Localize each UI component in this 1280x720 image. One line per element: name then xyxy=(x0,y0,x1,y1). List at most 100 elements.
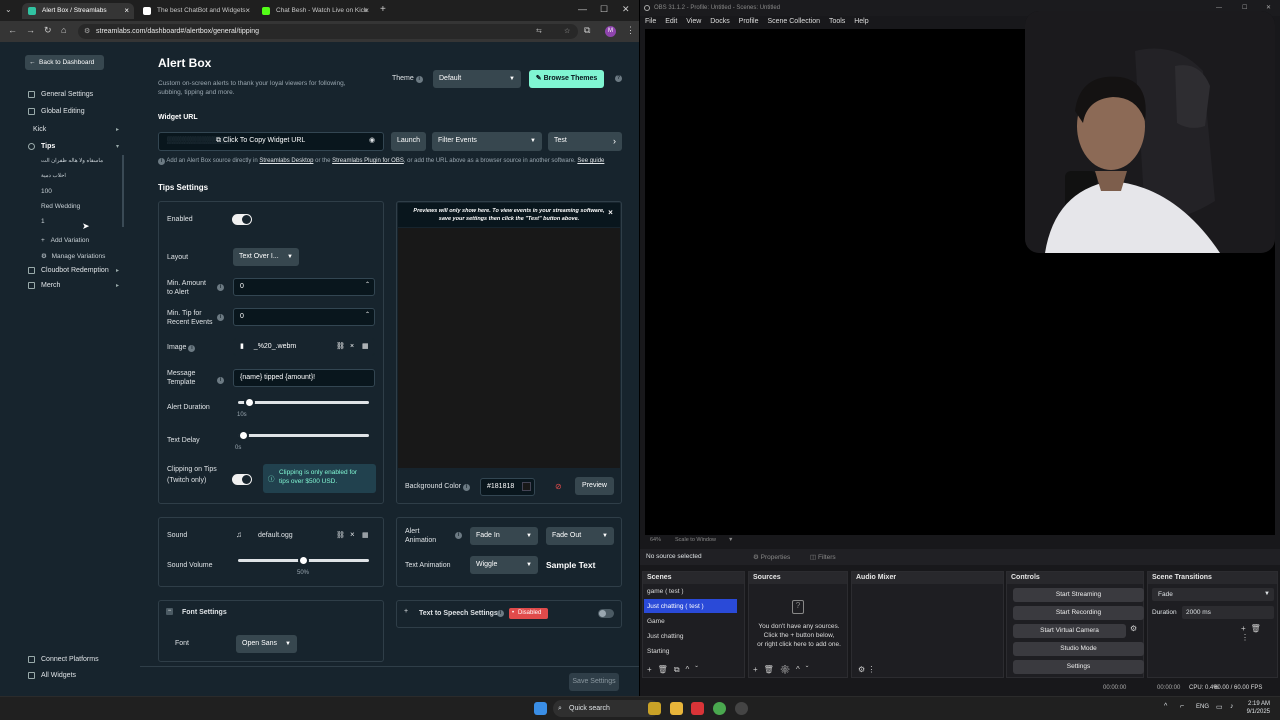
new-tab-button[interactable]: + xyxy=(380,4,386,15)
close-tab-icon[interactable]: × xyxy=(124,3,129,19)
info-icon[interactable]: i xyxy=(462,484,470,491)
studio-mode-button[interactable]: Studio Mode xyxy=(1013,642,1144,656)
close-tab-icon[interactable]: × xyxy=(364,3,369,19)
volume-icon[interactable]: ♪ xyxy=(1230,703,1234,710)
menu-tools[interactable]: Tools xyxy=(829,18,845,25)
properties-button[interactable]: ⚙ Properties xyxy=(753,553,790,561)
color-swatch[interactable] xyxy=(522,482,531,491)
variation-item[interactable]: Red Wedding xyxy=(41,203,80,210)
minimize-icon[interactable]: — xyxy=(578,4,587,14)
variation-item[interactable]: ماسقاه ولا هاله ظفران الت xyxy=(41,158,103,164)
info-icon[interactable]: i xyxy=(188,345,196,352)
enabled-toggle[interactable] xyxy=(232,214,252,225)
slider-handle[interactable] xyxy=(238,430,249,441)
preview-button[interactable]: Preview xyxy=(575,477,614,495)
theme-select[interactable]: Default ▼ xyxy=(433,70,521,88)
tab-search-icon[interactable]: ⌄ xyxy=(5,5,15,15)
maximize-icon[interactable]: ☐ xyxy=(600,4,608,15)
menu-edit[interactable]: Edit xyxy=(665,18,677,25)
stepper-icon[interactable]: ⌃ xyxy=(365,309,370,323)
start-virtual-camera-button[interactable]: Start Virtual Camera xyxy=(1013,624,1126,638)
info-icon[interactable]: i xyxy=(497,610,504,617)
info-icon[interactable]: i xyxy=(217,314,224,321)
remove-icon[interactable]: × xyxy=(350,530,355,539)
widget-url-field[interactable]: ▒▒▒▒▒▒▒▒▒▒▒▒▒ ⧉ Click To Copy Widget URL… xyxy=(158,132,384,151)
slider-handle[interactable] xyxy=(244,397,255,408)
animation-in-select[interactable]: Fade In ▼ xyxy=(470,527,538,545)
reload-icon[interactable]: ↻ xyxy=(44,25,52,36)
info-icon[interactable]: i xyxy=(455,532,462,539)
bookmark-star-icon[interactable]: ☆ xyxy=(564,24,570,39)
menu-dots-icon[interactable]: ⋮ xyxy=(626,25,635,36)
transition-select[interactable]: Fade ▼ xyxy=(1152,588,1274,601)
nav-kick[interactable]: Kick xyxy=(33,126,46,133)
menu-view[interactable]: View xyxy=(686,18,701,25)
streamlabs-desktop-link[interactable]: Streamlabs Desktop xyxy=(259,158,313,164)
monitor-icon[interactable]: ▭ xyxy=(1216,703,1223,711)
remove-icon[interactable]: × xyxy=(350,339,354,355)
variation-item[interactable]: احلاب دمية xyxy=(41,173,66,179)
close-tab-icon[interactable]: × xyxy=(245,3,250,19)
extensions-icon[interactable]: ⧉ xyxy=(584,25,590,36)
collapse-icon[interactable]: − xyxy=(166,608,173,615)
link-icon[interactable]: ⛓ xyxy=(336,339,345,355)
expand-icon[interactable]: + xyxy=(404,608,408,615)
close-window-icon[interactable]: ✕ xyxy=(622,4,630,15)
forward-icon[interactable]: → xyxy=(26,25,35,35)
profile-avatar[interactable]: M xyxy=(605,26,616,37)
app-icon[interactable] xyxy=(691,702,704,715)
settings-button[interactable]: Settings xyxy=(1013,660,1144,674)
manage-variations-button[interactable]: ⚙ Manage Variations xyxy=(41,252,105,260)
min-tip-input[interactable]: 0 ⌃ xyxy=(233,308,375,326)
image-field[interactable]: ▮ _%20_.webm ⛓ × ▦ xyxy=(233,338,375,356)
alert-duration-slider[interactable] xyxy=(238,397,369,408)
font-select[interactable]: Open Sans ▼ xyxy=(236,635,297,653)
variation-item[interactable]: 100 xyxy=(41,188,52,195)
info-icon[interactable]: i xyxy=(415,76,423,83)
scene-item[interactable]: Starting xyxy=(647,648,669,655)
variation-item[interactable]: 1 xyxy=(41,218,45,225)
language-indicator[interactable]: ENG xyxy=(1196,704,1209,710)
reset-color-icon[interactable]: ⊘ xyxy=(555,482,562,491)
network-icon[interactable]: ⌐ xyxy=(1180,703,1184,710)
zoom-level[interactable]: 64% Scale to Window ▼ xyxy=(650,537,733,543)
chrome-icon[interactable] xyxy=(713,702,726,715)
info-icon[interactable]: i xyxy=(217,377,224,384)
menu-scene-collection[interactable]: Scene Collection xyxy=(767,18,820,25)
variations-scrollbar[interactable] xyxy=(122,155,124,227)
text-animation-select[interactable]: Wiggle ▼ xyxy=(470,556,538,574)
min-amount-input[interactable]: 0 ⌃ xyxy=(233,278,375,296)
menu-help[interactable]: Help xyxy=(854,18,868,25)
menu-profile[interactable]: Profile xyxy=(739,18,759,25)
home-icon[interactable]: ⌂ xyxy=(61,25,66,35)
slider-handle[interactable] xyxy=(298,555,309,566)
translate-icon[interactable]: ⇆ xyxy=(536,24,542,39)
animation-out-select[interactable]: Fade Out ▼ xyxy=(546,527,614,545)
taskbar-search[interactable]: ⌕ Quick search xyxy=(553,700,659,717)
eye-icon[interactable]: ◉ xyxy=(369,133,375,149)
scenes-toolbar[interactable]: +🗑⧉^ˇ xyxy=(647,665,704,675)
scene-item[interactable]: game ( test ) xyxy=(647,588,683,595)
message-template-input[interactable]: {name} tipped {amount}! xyxy=(233,369,375,387)
tab-kick[interactable]: Chat Besh - Watch Live on Kick × xyxy=(256,3,374,19)
site-info-icon[interactable]: ⚙ xyxy=(84,24,90,39)
scene-item[interactable]: Game xyxy=(647,618,665,625)
menu-file[interactable]: File xyxy=(645,18,656,25)
windows-start-icon[interactable] xyxy=(534,702,547,715)
sound-file-name[interactable]: default.ogg xyxy=(258,532,293,539)
start-streaming-button[interactable]: Start Streaming xyxy=(1013,588,1144,602)
grid-icon[interactable]: ▦ xyxy=(362,531,369,539)
tab-chatbot[interactable]: The best ChatBot and Widgets × xyxy=(137,3,255,19)
obs-taskbar-icon[interactable] xyxy=(735,702,748,715)
scene-item[interactable]: Just chatting xyxy=(647,633,684,640)
chevron-up-icon[interactable]: ^ xyxy=(1164,703,1167,710)
layout-select[interactable]: Text Over I... ▼ xyxy=(233,248,299,266)
clock[interactable]: 2:19 AM 9/1/2025 xyxy=(1244,700,1270,716)
info-icon[interactable]: i xyxy=(217,284,224,291)
obs-plugin-link[interactable]: Streamlabs Plugin for OBS xyxy=(332,158,404,164)
help-icon[interactable]: ? xyxy=(615,75,622,82)
scene-item-selected[interactable]: Just chatting ( test ) xyxy=(647,603,704,610)
stepper-icon[interactable]: ⌃ xyxy=(365,279,370,293)
obs-preview-canvas[interactable] xyxy=(645,11,1275,535)
add-variation-button[interactable]: + Add Variation xyxy=(41,237,89,244)
